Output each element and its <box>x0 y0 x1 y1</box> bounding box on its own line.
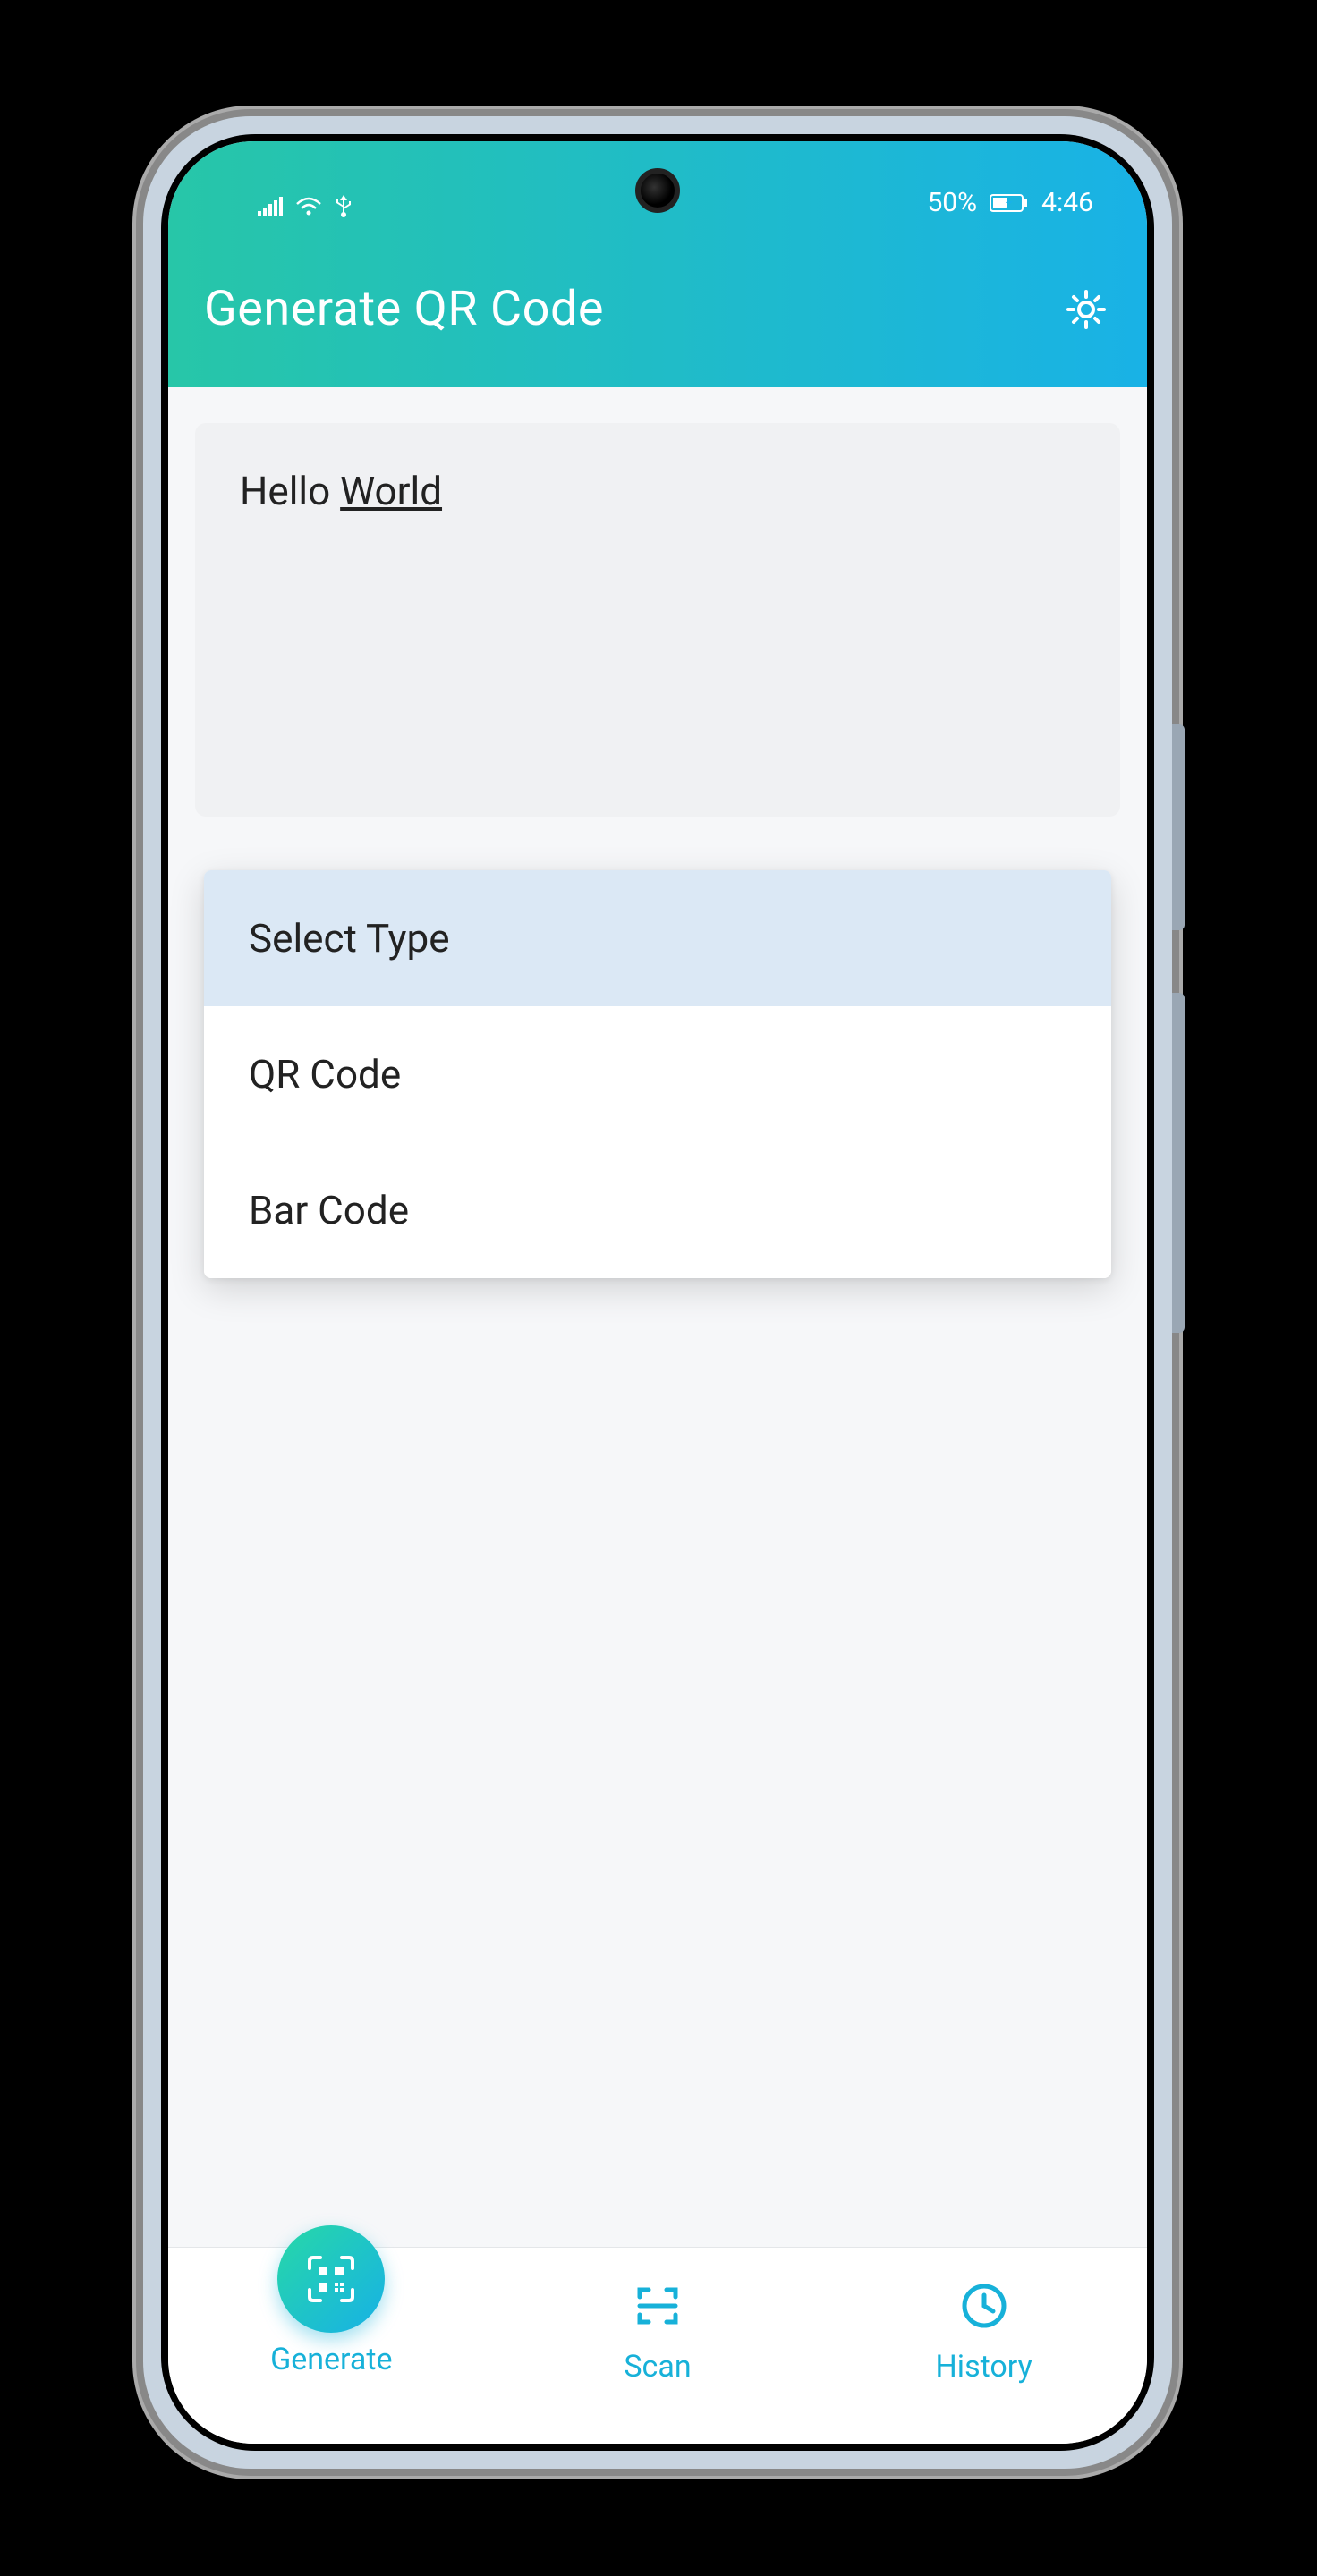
generate-fab[interactable] <box>277 2225 385 2333</box>
qr-icon <box>304 2252 358 2306</box>
nav-generate[interactable]: Generate <box>170 2279 493 2377</box>
battery-icon <box>990 193 1029 213</box>
nav-generate-label: Generate <box>270 2342 393 2377</box>
status-right: 50% 4:46 <box>927 187 1093 218</box>
screen: 50% 4:46 Generate QR Code <box>168 141 1147 2444</box>
main-content: Hello World Select Type QR Code Bar Code <box>168 387 1147 2247</box>
phone-frame: 50% 4:46 Generate QR Code <box>143 116 1172 2469</box>
gear-icon <box>1064 287 1109 332</box>
settings-button[interactable] <box>1061 284 1111 335</box>
dropdown-option-label: QR Code <box>249 1051 401 1097</box>
status-left <box>258 195 353 218</box>
nav-history-label: History <box>936 2349 1032 2385</box>
dropdown-option-label: Bar Code <box>249 1187 409 1233</box>
clock-text: 4:46 <box>1041 187 1093 218</box>
battery-percent: 50% <box>927 187 977 218</box>
text-input-part2: World <box>340 468 442 514</box>
wifi-icon <box>295 197 322 216</box>
side-button <box>1172 724 1185 930</box>
signal-icon <box>258 197 283 216</box>
nav-history[interactable]: History <box>822 2272 1145 2385</box>
scan-icon <box>631 2279 684 2333</box>
text-input[interactable]: Hello World <box>195 423 1120 817</box>
dropdown-placeholder-label: Select Type <box>249 915 450 962</box>
bottom-nav: Generate Scan Hist <box>168 2247 1147 2444</box>
dropdown-option-qr[interactable]: QR Code <box>204 1006 1111 1142</box>
clock-icon <box>959 2281 1009 2331</box>
phone-bezel: 50% 4:46 Generate QR Code <box>161 134 1154 2451</box>
dropdown-option-barcode[interactable]: Bar Code <box>204 1142 1111 1278</box>
page-title: Generate QR Code <box>204 281 604 337</box>
nav-scan[interactable]: Scan <box>496 2272 819 2385</box>
text-input-part1: Hello <box>240 468 340 514</box>
dropdown-placeholder[interactable]: Select Type <box>204 870 1111 1006</box>
usb-icon <box>335 195 353 218</box>
type-dropdown[interactable]: Select Type QR Code Bar Code <box>204 870 1111 1278</box>
nav-scan-label: Scan <box>624 2349 691 2385</box>
side-button <box>1172 993 1185 1333</box>
front-camera <box>635 168 680 213</box>
app-bar: Generate QR Code <box>168 231 1147 387</box>
